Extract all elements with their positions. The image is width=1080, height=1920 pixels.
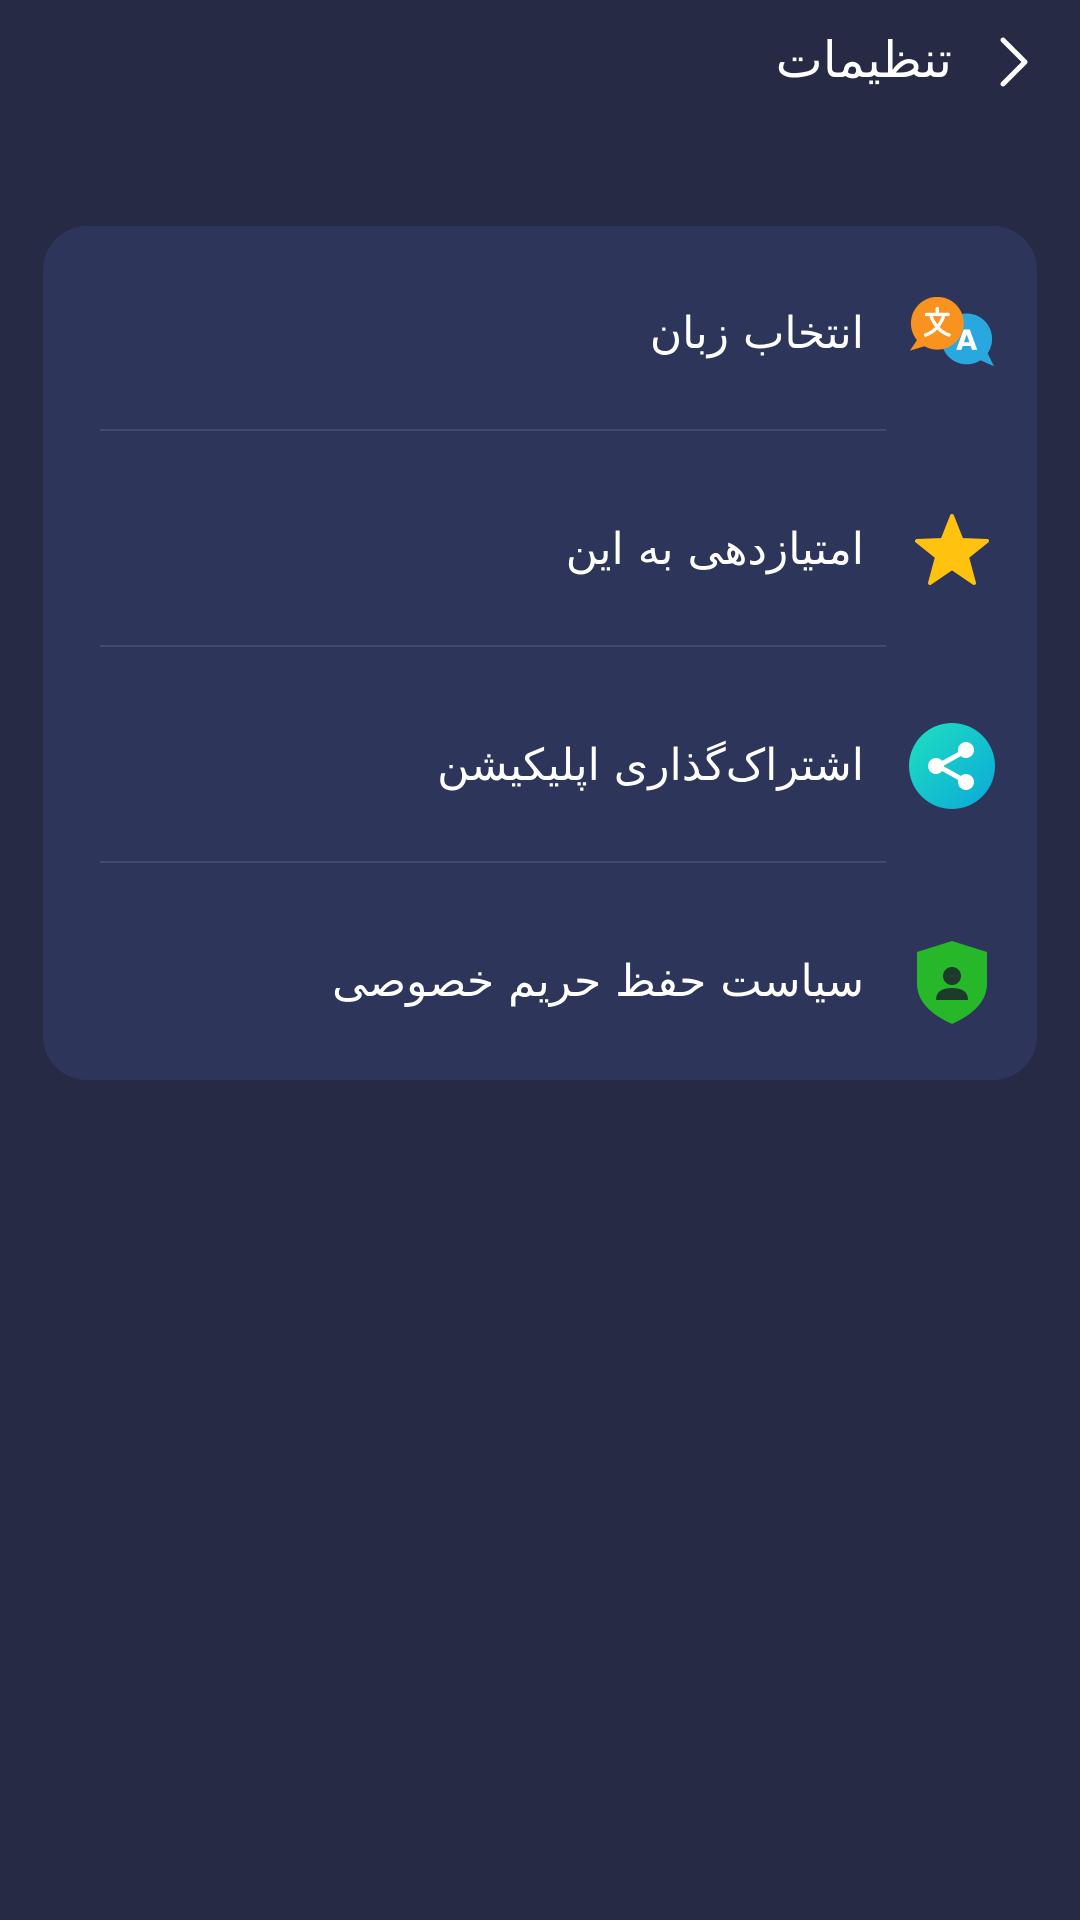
settings-item-share[interactable]: اشتراک‌گذاری اپلیکیشن (43, 658, 1037, 874)
star-icon (908, 506, 996, 594)
app-header: تنظیمات (0, 0, 1080, 125)
settings-item-label: سیاست حفظ حریم خصوصی (332, 956, 864, 1007)
chevron-right-icon (1000, 37, 1028, 87)
divider (100, 861, 886, 863)
privacy-shield-icon (908, 938, 996, 1026)
settings-card: A انتخاب زبان امتیازدهی به این (43, 226, 1037, 1080)
settings-item-label: انتخاب زبان (649, 308, 864, 359)
divider (100, 645, 886, 647)
settings-item-label: اشتراک‌گذاری اپلیکیشن (437, 740, 864, 791)
settings-item-rate[interactable]: امتیازدهی به این (43, 442, 1037, 658)
settings-item-language[interactable]: A انتخاب زبان (43, 226, 1037, 442)
translate-icon: A (908, 290, 996, 378)
settings-item-label: امتیازدهی به این (565, 524, 864, 575)
back-button[interactable] (988, 30, 1040, 94)
divider (100, 429, 886, 431)
settings-item-privacy[interactable]: سیاست حفظ حریم خصوصی (43, 874, 1037, 1090)
share-icon (908, 722, 996, 810)
page-title: تنظیمات (775, 31, 952, 89)
